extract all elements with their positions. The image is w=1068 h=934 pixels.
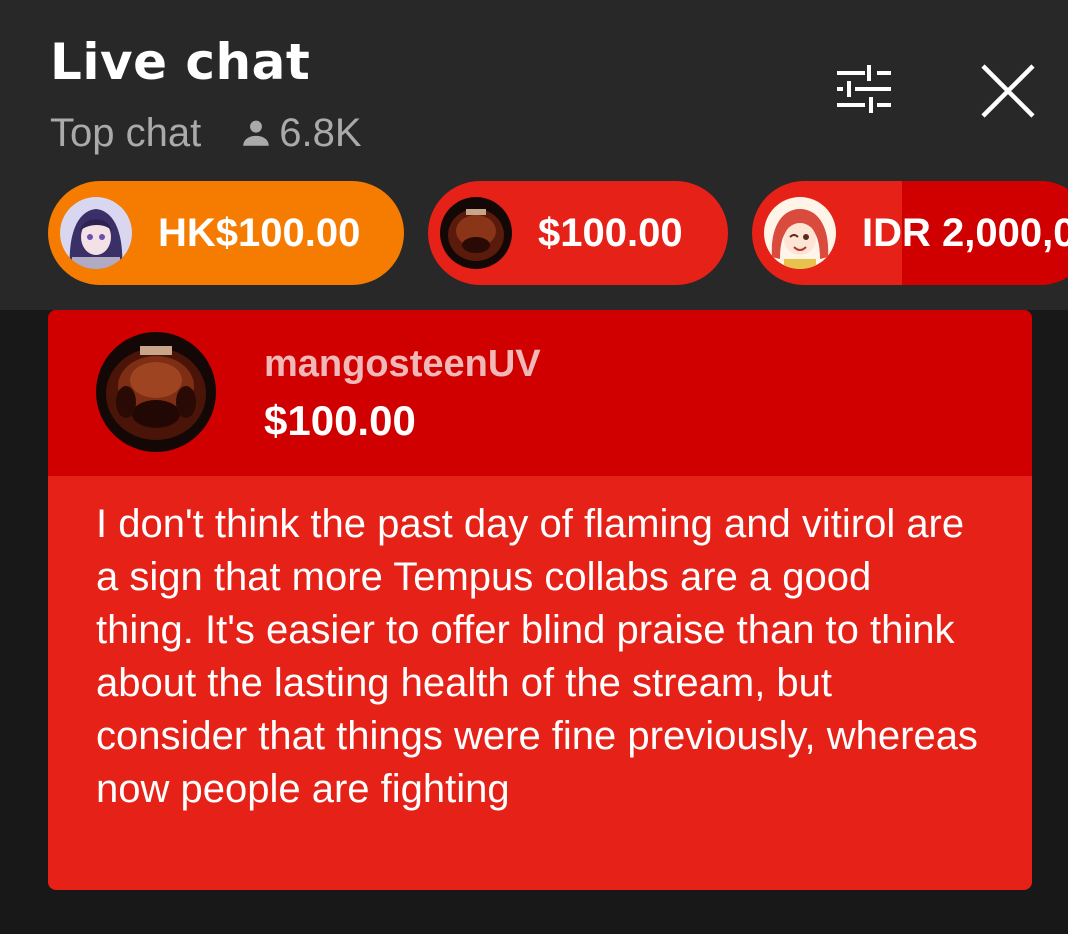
avatar[interactable] (96, 332, 216, 452)
person-icon (243, 120, 269, 146)
viewer-count-value: 6.8K (279, 110, 362, 155)
chat-mode-label[interactable]: Top chat (50, 111, 201, 156)
superchat-ticker: HK$100.00 $100.00 IDR 2,000,0 (48, 181, 1068, 287)
filter-button[interactable] (826, 56, 902, 122)
superchat-message: I don't think the past day of flaming an… (96, 502, 978, 811)
superchat-card[interactable]: mangosteenUV $100.00 I don't think the p… (48, 310, 1032, 890)
superchat-amount: $100.00 (264, 397, 416, 444)
superchat-body: I don't think the past day of flaming an… (48, 476, 1032, 890)
helmet-avatar (440, 197, 512, 269)
ticker-amount: HK$100.00 (158, 210, 361, 255)
viewer-count: 6.8K (239, 110, 362, 156)
close-button[interactable] (970, 54, 1046, 128)
superchat-header: mangosteenUV $100.00 (48, 310, 1032, 476)
sliders-icon (837, 65, 891, 113)
chat-header: Live chat Top chat 6.8K HK$100.00 $100.0… (0, 0, 1068, 310)
author-name[interactable]: mangosteenUV (264, 340, 541, 388)
page-title: Live chat (50, 33, 311, 91)
chat-mode-row: Top chat 6.8K (50, 108, 362, 158)
ticker-item[interactable]: IDR 2,000,000.00 (752, 181, 1068, 285)
close-icon (981, 64, 1035, 118)
anime-girl-avatar (60, 197, 132, 269)
red-hair-girl-avatar (764, 197, 836, 269)
ticker-amount: $100.00 (538, 210, 683, 255)
ticker-amount: IDR 2,000,000.00 (862, 210, 1068, 255)
ticker-item[interactable]: HK$100.00 (48, 181, 404, 285)
ticker-item[interactable]: $100.00 (428, 181, 728, 285)
